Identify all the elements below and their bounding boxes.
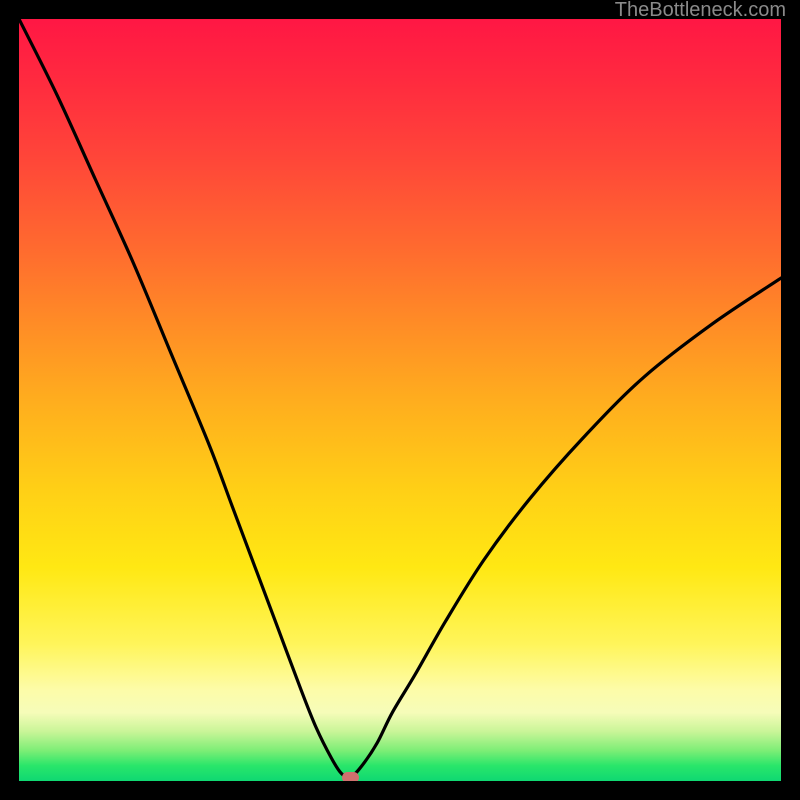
bottleneck-curve [19, 19, 781, 781]
chart-container: TheBottleneck.com [0, 0, 800, 800]
watermark-text: TheBottleneck.com [615, 0, 786, 20]
optimal-point-marker [342, 772, 359, 781]
plot-area [19, 19, 781, 781]
